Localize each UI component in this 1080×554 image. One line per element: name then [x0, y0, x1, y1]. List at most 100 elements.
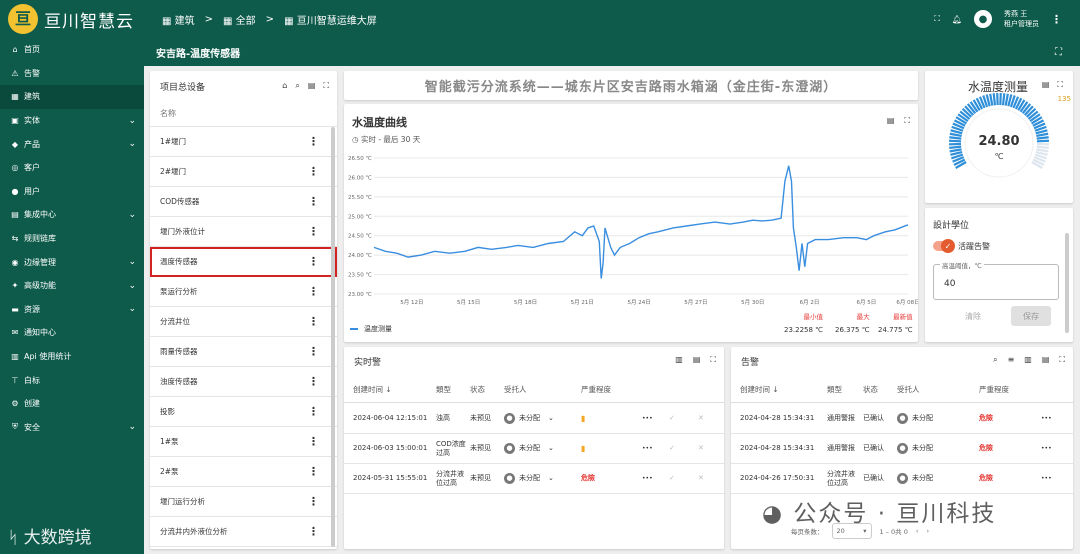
more-vert-icon[interactable]: ⋮ [308, 495, 319, 508]
search-icon[interactable]: ⌕ [993, 355, 997, 365]
table-row[interactable]: 2024-04-26 17:50:31 分流井液位过高 已确认 ● 未分配 危險 ••• [731, 464, 1073, 494]
chevron-down-icon[interactable]: ⌄ [548, 414, 554, 423]
table-row[interactable]: 2024-05-31 15:55:01 分流井液位过高 未预见 ● 未分配 ⌄ 危險 •••… [344, 464, 724, 494]
alarm-toggle[interactable]: ✓ [933, 239, 955, 253]
crumb-all[interactable]: ▦ 全部 [223, 12, 256, 27]
scrollbar[interactable] [331, 127, 335, 547]
clear-icon[interactable]: ✕ [698, 464, 704, 493]
app-logo[interactable]: 亘 亘川智慧云 [0, 0, 144, 38]
clear-icon[interactable]: ✕ [698, 404, 704, 433]
more-vert-icon[interactable]: ⋮ [308, 345, 319, 358]
chart-legend[interactable]: 温度测量 [350, 324, 392, 334]
device-row[interactable]: 分流井内外液位分析 ⋮ [150, 517, 337, 547]
more-horiz-icon[interactable]: ••• [1041, 464, 1052, 493]
prev-page-icon[interactable]: ‹ [916, 527, 919, 535]
assignee[interactable]: ● 未分配 ⌄ [504, 404, 554, 433]
fullscreen-icon[interactable]: ⛶ [710, 355, 716, 365]
device-row[interactable]: 1#泵 ⋮ [150, 427, 337, 457]
fullscreen-icon[interactable]: ⛶ [323, 81, 329, 91]
sidebar-item[interactable]: ⛨ 安全 ⌄ [0, 416, 144, 440]
sidebar-item[interactable]: ● 用户 [0, 180, 144, 204]
device-row[interactable]: 堰门外液位计 ⋮ [150, 217, 337, 247]
more-vert-icon[interactable]: ⋮ [308, 525, 319, 538]
columns-icon[interactable]: ▥ [675, 355, 683, 365]
more-vert-icon[interactable]: ⋮ [308, 405, 319, 418]
sidebar-item[interactable]: ▥ Api 使用统计 [0, 345, 144, 369]
next-page-icon[interactable]: › [926, 527, 929, 535]
device-row[interactable]: 堰门运行分析 ⋮ [150, 487, 337, 517]
assignee[interactable]: ● 未分配 [897, 464, 933, 493]
user-info[interactable]: 秀燕 王 租户管理员 [1004, 9, 1039, 29]
filter-icon[interactable]: ≡ [1008, 355, 1015, 365]
sidebar-item[interactable]: ◎ 客户 [0, 156, 144, 180]
device-row[interactable]: 2#堰门 ⋮ [150, 157, 337, 187]
table-row[interactable]: 2024-04-28 15:34:31 通用警报 已确认 ● 未分配 危險 ••• [731, 434, 1073, 464]
table-row[interactable]: 2024-06-04 12:15:01 浊高 未预见 ● 未分配 ⌄ ▮ ••• ✓ ✕ [344, 404, 724, 434]
more-vert-icon[interactable]: ⋮ [308, 435, 319, 448]
user-avatar-icon[interactable]: ● [974, 10, 992, 28]
device-row[interactable]: 2#泵 ⋮ [150, 457, 337, 487]
crumb-dashboard[interactable]: ▦ 亘川智慧运维大屏 [284, 12, 377, 27]
more-vert-icon[interactable]: ⋮ [308, 165, 319, 178]
assignee[interactable]: ● 未分配 [897, 434, 933, 463]
device-row[interactable]: 雨量传感器 ⋮ [150, 337, 337, 367]
save-button[interactable]: 保存 [1011, 306, 1051, 326]
scrollbar[interactable] [1065, 233, 1069, 333]
export-icon[interactable]: ▤ [693, 355, 701, 365]
more-horiz-icon[interactable]: ••• [642, 464, 653, 493]
sidebar-item[interactable]: ▤ 集成中心 ⌄ [0, 203, 144, 227]
home-icon[interactable]: ⌂ [282, 81, 287, 91]
fullscreen-icon[interactable]: ⛶ [1059, 355, 1065, 365]
more-vert-icon[interactable]: ⋮ [308, 465, 319, 478]
table-row[interactable]: 2024-04-28 15:34:31 通用警报 已确认 ● 未分配 危險 ••• [731, 404, 1073, 434]
device-row[interactable]: 泵运行分析 ⋮ [150, 277, 337, 307]
export-icon[interactable]: ▤ [1042, 355, 1050, 365]
sidebar-item[interactable]: ◆ 产品 ⌄ [0, 132, 144, 156]
sidebar-item[interactable]: ⇆ 规则链库 [0, 227, 144, 251]
col-created[interactable]: 创建时间 ↓ [740, 376, 779, 402]
device-row[interactable]: 投影 ⋮ [150, 397, 337, 427]
more-vert-icon[interactable]: ⋮ [1051, 13, 1062, 26]
threshold-field[interactable]: 高温阈值，℃ 40 [933, 260, 1059, 300]
more-vert-icon[interactable]: ⋮ [308, 315, 319, 328]
acknowledge-icon[interactable]: ✓ [669, 434, 675, 463]
chevron-down-icon[interactable]: ⌄ [548, 444, 554, 453]
sidebar-item[interactable]: ▣ 实体 ⌄ [0, 109, 144, 133]
assignee[interactable]: ● 未分配 ⌄ [504, 434, 554, 463]
temperature-series-line[interactable] [373, 165, 909, 279]
more-vert-icon[interactable]: ⋮ [308, 225, 319, 238]
search-icon[interactable]: ⌕ [295, 81, 299, 91]
columns-icon[interactable]: ▥ [1024, 355, 1032, 365]
sidebar-item[interactable]: ⌂ 首页 [0, 38, 144, 62]
acknowledge-icon[interactable]: ✓ [669, 404, 675, 433]
export-icon[interactable]: ▤ [308, 81, 316, 91]
more-vert-icon[interactable]: ⋮ [308, 135, 319, 148]
col-created[interactable]: 创建时间 ↓ [353, 376, 392, 402]
sidebar-item[interactable]: ⚙ 创建 [0, 392, 144, 416]
sidebar-item[interactable]: ◉ 边缘管理 ⌄ [0, 250, 144, 274]
device-row[interactable]: 浊度传感器 ⋮ [150, 367, 337, 397]
clear-icon[interactable]: ✕ [698, 434, 704, 463]
more-vert-icon[interactable]: ⋮ [308, 285, 319, 298]
fullscreen-icon[interactable]: ⛶ [934, 14, 940, 24]
more-horiz-icon[interactable]: ••• [642, 404, 653, 433]
chevron-down-icon[interactable]: ⌄ [548, 474, 554, 483]
sidebar-item[interactable]: ▦ 建筑 [0, 85, 144, 109]
table-row[interactable]: 2024-06-03 15:00:01 COD浓度过高 未预见 ● 未分配 ⌄ ▮ ••• ✓… [344, 434, 724, 464]
more-vert-icon[interactable]: ⋮ [308, 195, 319, 208]
sidebar-item[interactable]: ⚠ 告警 [0, 62, 144, 86]
column-header-name[interactable]: 名称 [150, 101, 337, 127]
notification-bell-icon[interactable]: 🔔︎ [952, 15, 962, 24]
acknowledge-icon[interactable]: ✓ [669, 464, 675, 493]
more-horiz-icon[interactable]: ••• [1041, 404, 1052, 433]
more-vert-icon[interactable]: ⋮ [308, 375, 319, 388]
sidebar-item[interactable]: ✉ 通知中心 [0, 321, 144, 345]
device-row[interactable]: 温度传感器 ⋮ [150, 247, 337, 277]
more-horiz-icon[interactable]: ••• [642, 434, 653, 463]
assignee[interactable]: ● 未分配 [897, 404, 933, 433]
sidebar-item[interactable]: ▬ 资源 ⌄ [0, 298, 144, 322]
device-row[interactable]: COD传感器 ⋮ [150, 187, 337, 217]
crumb-buildings[interactable]: ▦ 建筑 [162, 12, 195, 27]
device-row[interactable]: 1#堰门 ⋮ [150, 127, 337, 157]
sidebar-item[interactable]: ✦ 高级功能 ⌄ [0, 274, 144, 298]
